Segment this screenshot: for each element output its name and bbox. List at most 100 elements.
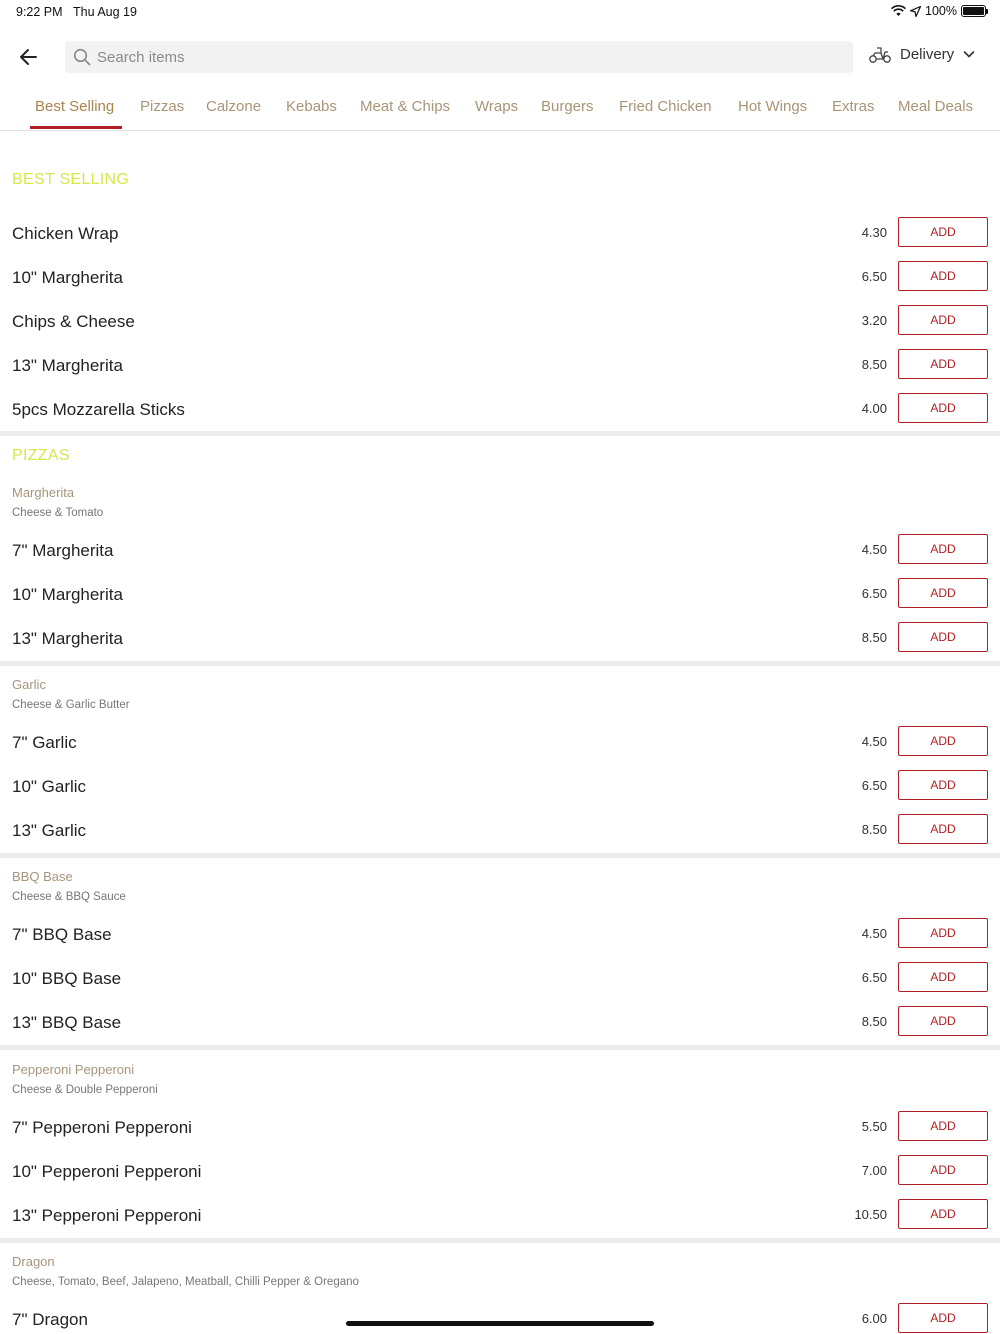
item-name: 10" Pepperoni Pepperoni xyxy=(12,1162,202,1181)
tab-extras[interactable]: Extras xyxy=(832,98,875,115)
item-price: 8.50 xyxy=(861,1014,887,1029)
group-description: Cheese & Garlic Butter xyxy=(12,699,130,711)
item-name: 13" Pepperoni Pepperoni xyxy=(12,1206,202,1225)
location-arrow-icon xyxy=(910,5,922,17)
item-name: 10" Margherita xyxy=(12,268,123,287)
item-price: 4.50 xyxy=(861,926,887,941)
add-button[interactable]: ADD xyxy=(898,962,988,992)
group-divider xyxy=(0,853,1000,858)
battery-icon xyxy=(961,5,988,17)
add-button[interactable]: ADD xyxy=(898,1006,988,1036)
item-name: 7" Dragon xyxy=(12,1310,88,1329)
back-button[interactable] xyxy=(16,44,42,70)
tab-wraps[interactable]: Wraps xyxy=(475,98,518,115)
tab-meat-chips[interactable]: Meat & Chips xyxy=(360,98,450,115)
add-button[interactable]: ADD xyxy=(898,814,988,844)
group-name: Pepperoni Pepperoni xyxy=(12,1062,135,1077)
tab-meal-deals[interactable]: Meal Deals xyxy=(898,98,973,115)
category-tabs: Best Selling Pizzas Calzone Kebabs Meat … xyxy=(0,86,1000,131)
item-name: 5pcs Mozzarella Sticks xyxy=(12,400,185,419)
top-bar: Delivery xyxy=(0,38,1000,76)
group-description: Cheese & Double Pepperoni xyxy=(12,1084,158,1096)
item-price: 5.50 xyxy=(861,1119,887,1134)
group-divider xyxy=(0,1238,1000,1243)
add-button[interactable]: ADD xyxy=(898,1155,988,1185)
add-button[interactable]: ADD xyxy=(898,726,988,756)
item-price: 3.20 xyxy=(861,313,887,328)
status-bar: 9:22 PM Thu Aug 19 100% xyxy=(0,0,1000,24)
group-description: Cheese & BBQ Sauce xyxy=(12,891,126,903)
item-name: 10" Garlic xyxy=(12,777,87,796)
add-button[interactable]: ADD xyxy=(898,305,988,335)
add-button[interactable]: ADD xyxy=(898,217,988,247)
status-time: 9:22 PM xyxy=(16,5,63,19)
group-name: Garlic xyxy=(12,677,46,692)
group-description: Cheese & Tomato xyxy=(12,507,104,519)
status-indicators: 100% xyxy=(891,4,988,18)
item-name: 7" Pepperoni Pepperoni xyxy=(12,1118,192,1137)
add-button[interactable]: ADD xyxy=(898,1199,988,1229)
item-name: 7" Margherita xyxy=(12,541,114,560)
tab-best-selling[interactable]: Best Selling xyxy=(35,98,114,115)
active-tab-indicator xyxy=(30,126,122,129)
item-name: 13" Garlic xyxy=(12,821,87,840)
tab-kebabs[interactable]: Kebabs xyxy=(286,98,337,115)
item-name: 7" BBQ Base xyxy=(12,925,112,944)
item-name: 13" BBQ Base xyxy=(12,1013,122,1032)
group-divider xyxy=(0,661,1000,666)
home-indicator[interactable] xyxy=(346,1321,654,1326)
add-button[interactable]: ADD xyxy=(898,578,988,608)
status-date: Thu Aug 19 xyxy=(73,5,137,19)
search-bar[interactable] xyxy=(65,41,853,73)
add-button[interactable]: ADD xyxy=(898,349,988,379)
group-name: Margherita xyxy=(12,485,75,500)
item-price: 6.50 xyxy=(861,970,887,985)
add-button[interactable]: ADD xyxy=(898,393,988,423)
tab-fried-chicken[interactable]: Fried Chicken xyxy=(619,98,712,115)
wifi-icon xyxy=(891,5,906,16)
item-price: 10.50 xyxy=(854,1207,887,1222)
add-button[interactable]: ADD xyxy=(898,622,988,652)
add-button[interactable]: ADD xyxy=(898,261,988,291)
chevron-down-icon xyxy=(963,51,975,58)
item-price: 8.50 xyxy=(861,822,887,837)
group-divider xyxy=(0,1045,1000,1050)
group-description: Cheese, Tomato, Beef, Jalapeno, Meatball… xyxy=(12,1276,359,1288)
item-name: 13" Margherita xyxy=(12,629,123,648)
item-name: 13" Margherita xyxy=(12,356,123,375)
item-name: 10" BBQ Base xyxy=(12,969,122,988)
item-price: 7.00 xyxy=(861,1163,887,1178)
item-price: 6.00 xyxy=(861,1311,887,1326)
item-price: 6.50 xyxy=(861,778,887,793)
group-name: Dragon xyxy=(12,1254,55,1269)
item-name: Chips & Cheese xyxy=(12,312,135,331)
section-title-pizzas: PIZZAS xyxy=(12,447,70,464)
tab-burgers[interactable]: Burgers xyxy=(541,98,594,115)
tab-pizzas[interactable]: Pizzas xyxy=(140,98,184,115)
battery-percentage: 100% xyxy=(925,4,957,18)
item-price: 4.50 xyxy=(861,542,887,557)
add-button[interactable]: ADD xyxy=(898,1303,988,1333)
item-price: 6.50 xyxy=(861,586,887,601)
scooter-icon xyxy=(869,47,891,63)
delivery-selector[interactable]: Delivery xyxy=(868,44,976,64)
item-price: 4.30 xyxy=(861,225,887,240)
section-title-best-selling: BEST SELLING xyxy=(12,171,130,188)
add-button[interactable]: ADD xyxy=(898,534,988,564)
back-arrow-icon xyxy=(20,49,37,65)
item-price: 8.50 xyxy=(861,357,887,372)
search-icon xyxy=(73,48,91,66)
tab-calzone[interactable]: Calzone xyxy=(206,98,261,115)
item-price: 4.50 xyxy=(861,734,887,749)
group-name: BBQ Base xyxy=(12,869,73,884)
tab-hot-wings[interactable]: Hot Wings xyxy=(738,98,807,115)
item-name: 7" Garlic xyxy=(12,733,77,752)
add-button[interactable]: ADD xyxy=(898,1111,988,1141)
add-button[interactable]: ADD xyxy=(898,918,988,948)
item-price: 4.00 xyxy=(861,401,887,416)
item-price: 8.50 xyxy=(861,630,887,645)
item-name: Chicken Wrap xyxy=(12,224,119,243)
add-button[interactable]: ADD xyxy=(898,770,988,800)
item-name: 10" Margherita xyxy=(12,585,123,604)
search-input[interactable] xyxy=(97,48,797,66)
